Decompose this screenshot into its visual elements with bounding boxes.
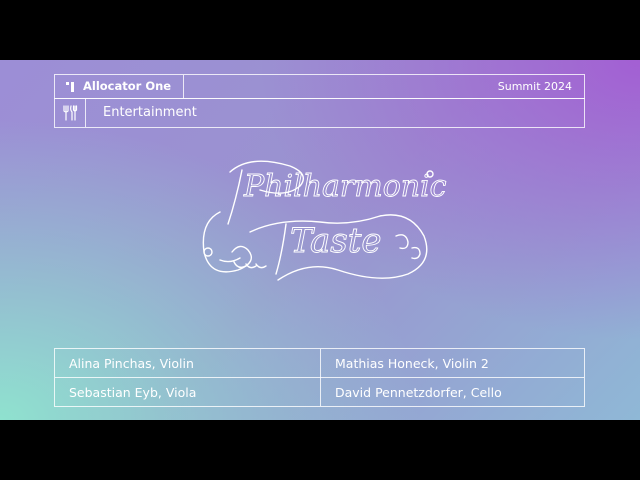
logo-line-1: Philharmonic [243, 169, 447, 204]
brand-name: Allocator One [83, 79, 172, 93]
roster-cell: Mathias Honeck, Violin 2 [335, 356, 489, 371]
header-divider [183, 75, 184, 98]
brand: Allocator One [65, 75, 171, 98]
allocator-logo-icon [66, 81, 74, 92]
roster-cell: David Pennetzdorfer, Cello [335, 385, 502, 400]
event-name: Summit 2024 [497, 80, 572, 93]
header-bar: Allocator One Summit 2024 [54, 74, 585, 99]
utensils-icon [63, 105, 78, 121]
roster-cell: Alina Pinchas, Violin [69, 356, 194, 371]
category-divider [85, 99, 86, 127]
logo-line-2: Taste [290, 221, 382, 261]
roster-cell: Sebastian Eyb, Viola [69, 385, 197, 400]
slide: Allocator One Summit 2024 Entertainment … [0, 60, 640, 420]
category-bar: Entertainment [54, 98, 585, 128]
philharmonic-taste-logo: Philharmonic Taste [202, 160, 447, 281]
musician-roster: Alina Pinchas, Violin Mathias Honeck, Vi… [54, 348, 585, 407]
category-label: Entertainment [103, 105, 197, 120]
